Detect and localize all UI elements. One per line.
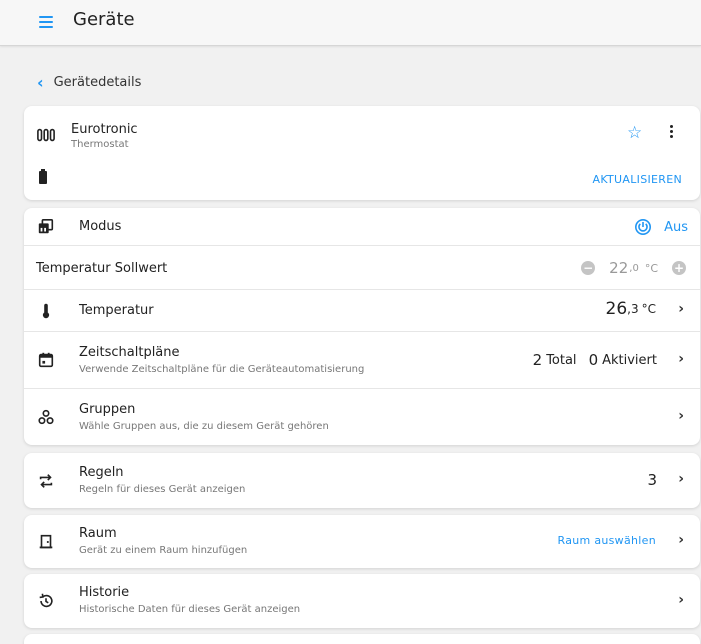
thermometer-icon — [36, 301, 56, 321]
device-name: Eurotronic — [71, 122, 138, 137]
modus-toggle[interactable]: Aus — [634, 218, 688, 236]
chevron-right-icon: › — [678, 351, 684, 367]
temperatur-value: 26 ,3 °C — [605, 299, 656, 319]
sollwert-label: Temperatur Sollwert — [36, 261, 168, 276]
zeitschalt-counts: 2 Total 0 Aktiviert — [532, 351, 657, 369]
gruppen-label: Gruppen — [79, 402, 136, 417]
chevron-right-icon: › — [678, 532, 684, 548]
sollwert-value-dec: ,0 — [629, 262, 639, 274]
sollwert-unit: °C — [644, 261, 658, 275]
raum-select[interactable]: Raum auswählen — [558, 534, 656, 547]
chevron-right-icon: › — [678, 471, 684, 487]
sollwert-row: Temperatur Sollwert − 22 ,0 °C + — [24, 246, 700, 290]
device-card: Eurotronic Thermostat ☆ AKTUALISIEREN — [24, 106, 700, 200]
historie-label: Historie — [79, 585, 130, 600]
chevron-right-icon: › — [678, 592, 684, 608]
sollwert-value-int: 22 — [609, 259, 629, 277]
zeitschalt-row[interactable]: Zeitschaltpläne Verwende Zeitschaltpläne… — [24, 332, 700, 389]
regeln-card[interactable]: Regeln Regeln für dieses Gerät anzeigen … — [24, 453, 700, 508]
historie-sub: Historische Daten für dieses Gerät anzei… — [79, 604, 301, 615]
repeat-icon — [36, 471, 56, 491]
gruppen-row[interactable]: Gruppen Wähle Gruppen aus, die zu diesem… — [24, 389, 700, 445]
historie-card[interactable]: Historie Historische Daten für dieses Ge… — [24, 574, 700, 628]
gruppen-sub: Wähle Gruppen aus, die zu diesem Gerät g… — [79, 421, 329, 432]
regeln-label: Regeln — [79, 465, 124, 480]
regeln-sub: Regeln für dieses Gerät anzeigen — [79, 484, 246, 495]
temperatur-row[interactable]: Temperatur 26 ,3 °C › — [24, 290, 700, 332]
more-vert-icon[interactable] — [670, 124, 674, 140]
back-link[interactable]: ‹ Gerätedetails — [37, 72, 141, 92]
update-button[interactable]: AKTUALISIEREN — [593, 173, 682, 186]
sollwert-control: − 22 ,0 °C + — [581, 259, 686, 277]
modus-label: Modus — [79, 219, 122, 234]
next-card — [24, 634, 700, 644]
increment-button[interactable]: + — [672, 261, 686, 275]
radiator-icon — [36, 125, 56, 145]
settings-card: Modus Aus Temperatur Sollwert − 22 ,0 °C… — [24, 208, 700, 445]
device-type: Thermostat — [71, 139, 129, 150]
raum-label: Raum — [79, 526, 117, 541]
breadcrumb-label: Gerätedetails — [53, 74, 142, 90]
zeitschalt-sub: Verwende Zeitschaltpläne für die Gerätea… — [79, 364, 365, 375]
app-bar: Geräte — [0, 0, 701, 46]
modus-row: Modus Aus — [24, 208, 700, 246]
modus-value: Aus — [664, 219, 688, 235]
raum-sub: Gerät zu einem Raum hinzufügen — [79, 545, 248, 556]
chevron-right-icon: › — [678, 301, 684, 317]
calendar-icon — [36, 350, 56, 370]
history-icon — [36, 591, 56, 611]
door-icon — [36, 532, 56, 552]
battery-icon — [39, 169, 47, 184]
regeln-count: 3 — [647, 471, 657, 489]
page-title: Geräte — [73, 9, 135, 30]
temperatur-label: Temperatur — [79, 303, 154, 318]
chevron-right-icon: › — [678, 408, 684, 424]
groups-icon — [36, 407, 56, 427]
favorite-star-icon[interactable]: ☆ — [627, 123, 642, 143]
thermostat-mode-icon — [36, 217, 56, 237]
zeitschalt-label: Zeitschaltpläne — [79, 345, 180, 360]
decrement-button[interactable]: − — [581, 261, 596, 275]
menu-icon[interactable] — [39, 13, 57, 31]
raum-card[interactable]: Raum Gerät zu einem Raum hinzufügen Raum… — [24, 515, 700, 568]
chevron-left-icon: ‹ — [37, 72, 44, 92]
power-icon — [635, 218, 652, 236]
